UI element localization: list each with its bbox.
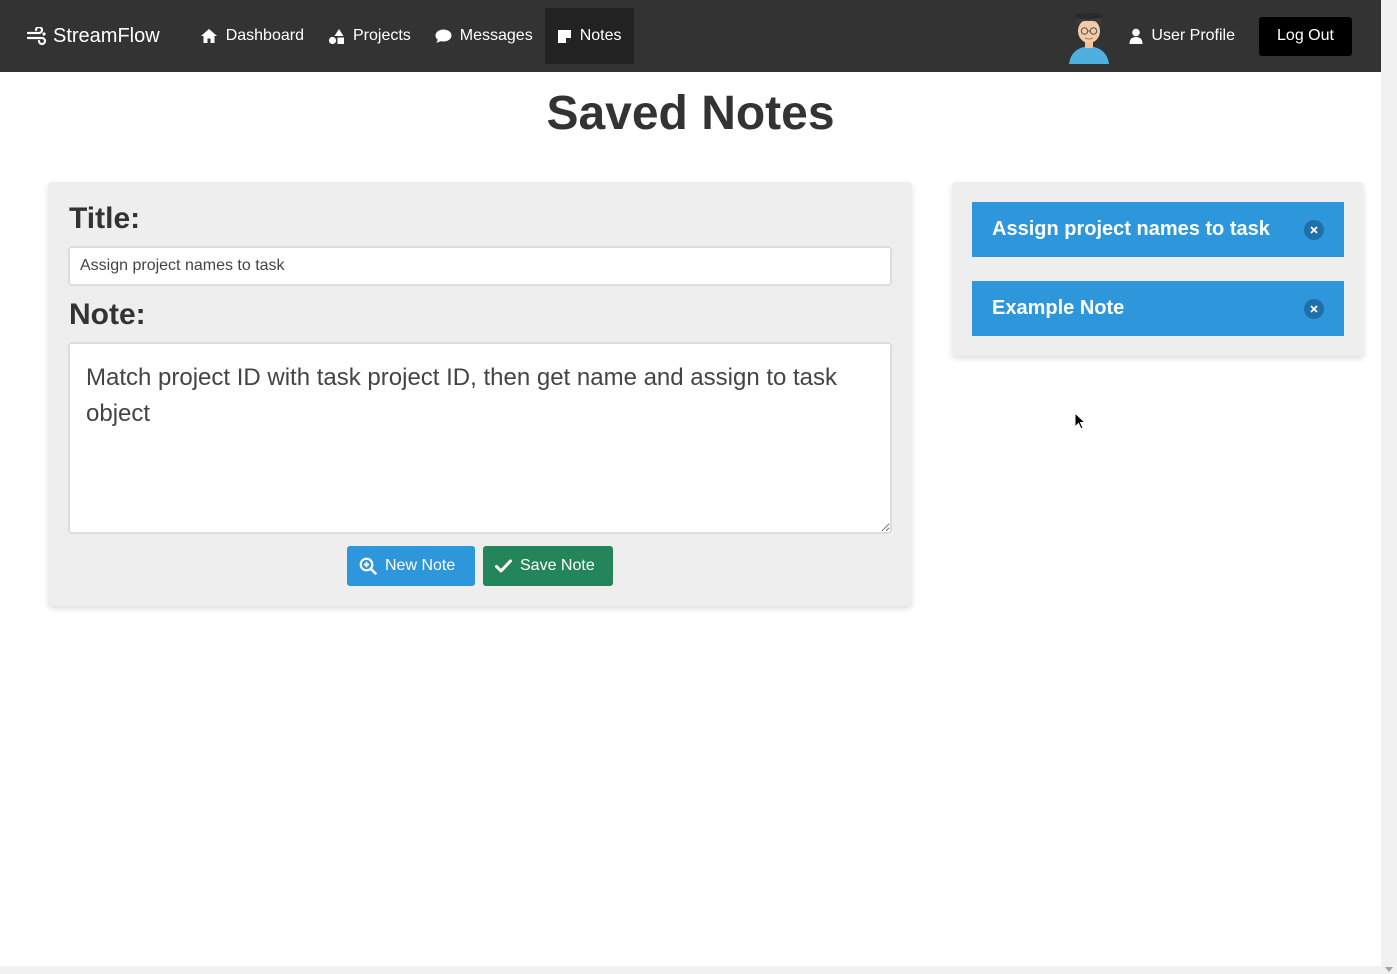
note-editor: Title: Note: Match project ID with task …: [48, 182, 912, 606]
chat-icon: [435, 29, 452, 43]
title-input[interactable]: [68, 246, 892, 286]
note-label: Note:: [69, 298, 146, 331]
note-textarea[interactable]: Match project ID with task project ID, t…: [68, 342, 892, 534]
nav-notes-label: Notes: [579, 27, 622, 44]
page-title: Saved Notes: [546, 87, 835, 140]
note-icon: [557, 29, 571, 43]
nav-notes[interactable]: Notes: [544, 8, 634, 64]
delete-note-button[interactable]: [1304, 299, 1324, 319]
nav-dashboard[interactable]: Dashboard: [188, 8, 316, 64]
editor-actions: New Note Save Note: [48, 546, 912, 586]
vertical-scrollbar[interactable]: [1381, 0, 1397, 974]
top-navbar: StreamFlow Dashboard Projects Messages N…: [0, 0, 1381, 72]
saved-note-title: Assign project names to task: [992, 218, 1270, 240]
home-icon: [200, 29, 217, 43]
nav-dashboard-label: Dashboard: [225, 27, 304, 44]
saved-note-item[interactable]: Assign project names to task: [972, 202, 1344, 257]
saved-note-title: Example Note: [992, 297, 1125, 319]
zoom-in-icon: [359, 557, 377, 575]
user-profile-label: User Profile: [1151, 27, 1235, 44]
wind-icon: [27, 27, 47, 45]
close-icon: [1310, 226, 1318, 234]
close-icon: [1310, 305, 1318, 313]
save-note-label: Save Note: [520, 557, 595, 574]
delete-note-button[interactable]: [1304, 220, 1324, 240]
brand-name: StreamFlow: [53, 24, 160, 47]
nav-projects-label: Projects: [352, 27, 411, 44]
logout-button[interactable]: Log Out: [1259, 16, 1352, 56]
horizontal-scrollbar[interactable]: [0, 966, 1381, 974]
user-icon: [1129, 28, 1143, 44]
scroll-down-arrow-icon[interactable]: [1385, 967, 1393, 972]
nav-messages-label: Messages: [459, 27, 533, 44]
shapes-icon: [328, 28, 344, 44]
brand[interactable]: StreamFlow: [27, 16, 160, 56]
new-note-button[interactable]: New Note: [347, 546, 475, 586]
saved-note-item[interactable]: Example Note: [972, 281, 1344, 336]
avatar[interactable]: [1065, 8, 1113, 64]
title-label: Title:: [69, 202, 141, 235]
saved-notes-list: Assign project names to task Example Not…: [952, 182, 1364, 356]
nav-messages[interactable]: Messages: [423, 8, 545, 64]
new-note-label: New Note: [385, 557, 456, 574]
user-profile-link[interactable]: User Profile: [1129, 27, 1235, 45]
nav-projects[interactable]: Projects: [316, 8, 423, 64]
mouse-cursor-icon: [1074, 412, 1086, 430]
save-note-button[interactable]: Save Note: [483, 546, 613, 586]
check-icon: [495, 559, 512, 573]
